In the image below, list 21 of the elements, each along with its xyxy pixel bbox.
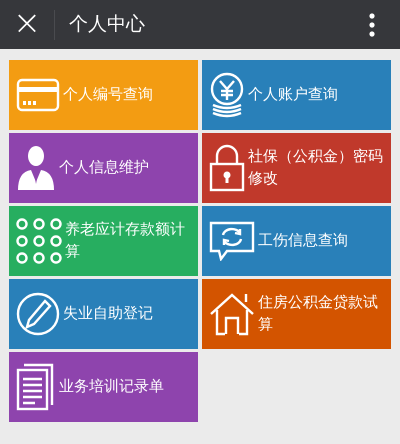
person-icon (16, 145, 56, 191)
page-title: 个人中心 (69, 12, 145, 38)
lock-icon (209, 144, 245, 192)
menu-tile[interactable]: 社保（公积金）密码修改 (202, 133, 391, 203)
menu-tile[interactable]: 个人信息维护 (9, 133, 198, 203)
menu-tile[interactable]: 工伤信息查询 (202, 206, 391, 276)
menu-tile[interactable]: 个人编号查询 (9, 60, 198, 130)
refresh-bubble-icon (209, 221, 255, 261)
card-icon (16, 78, 60, 112)
menu-tile[interactable]: 业务培训记录单 (9, 352, 198, 422)
coins-icon (209, 72, 245, 118)
dots-grid-icon (16, 218, 62, 264)
menu-tile[interactable]: 失业自助登记 (9, 279, 198, 349)
menu-tile[interactable]: 住房公积金贷款试算 (202, 279, 391, 349)
pencil-icon (16, 292, 60, 336)
menu-tile[interactable]: 个人账户查询 (202, 60, 391, 130)
menu-tile[interactable]: 养老应计存款额计算 (9, 206, 198, 276)
house-icon (209, 292, 255, 336)
document-icon (16, 363, 56, 411)
close-button[interactable]: × (0, 6, 54, 44)
more-icon (369, 12, 375, 37)
